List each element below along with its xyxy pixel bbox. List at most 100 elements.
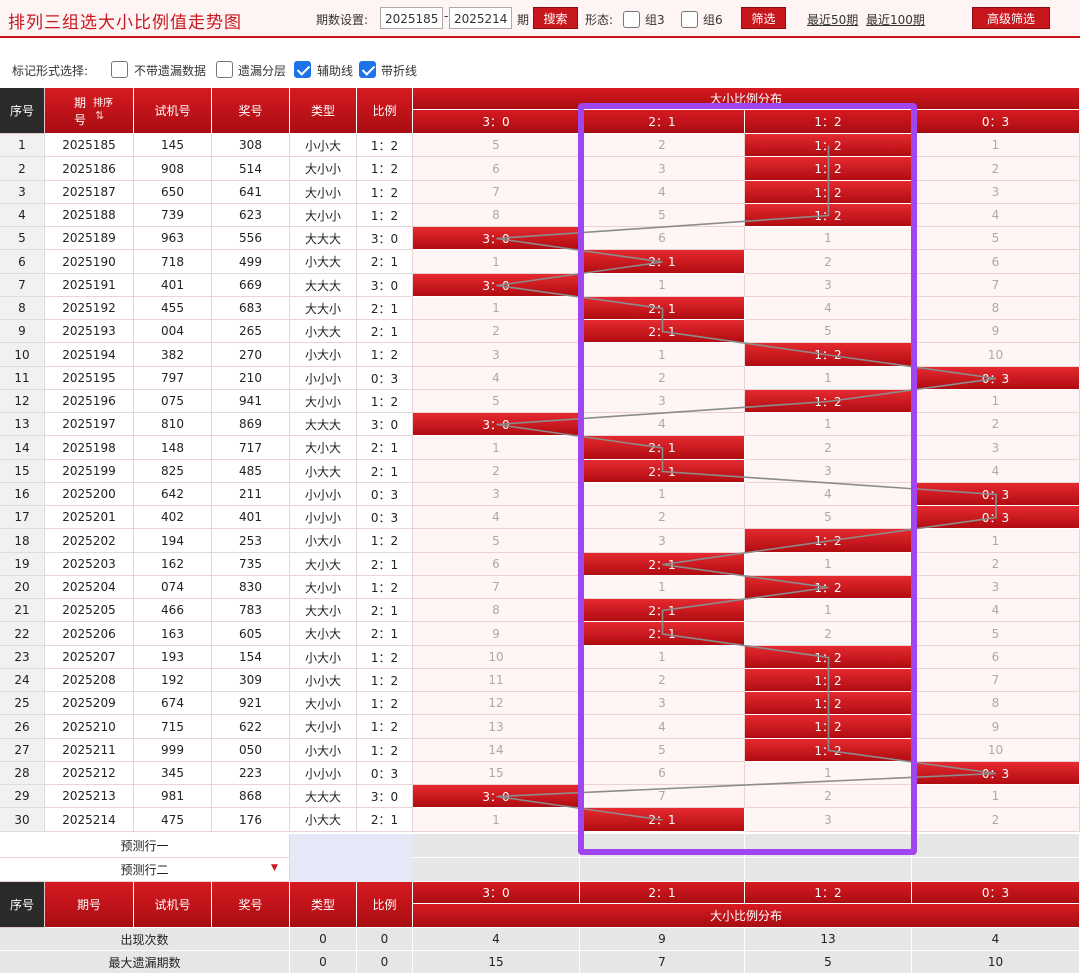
dist-hit-cell: 0：3 xyxy=(912,762,1080,785)
predict-cell-two[interactable] xyxy=(912,858,1080,882)
dist-miss-cell: 10 xyxy=(912,739,1080,762)
row-ratio: 1：2 xyxy=(357,739,413,762)
footer-header-issue: 期号 xyxy=(45,882,134,928)
row-prize: 485 xyxy=(212,460,290,483)
dist-miss-cell: 5 xyxy=(745,320,912,343)
dist-miss-cell: 1 xyxy=(413,808,580,832)
dist-miss-cell: 1 xyxy=(580,646,745,669)
row-issue: 2025213 xyxy=(45,785,134,808)
dist-miss-cell: 2 xyxy=(912,553,1080,576)
row-seq: 1 xyxy=(0,134,45,157)
row-trial: 192 xyxy=(134,669,212,692)
row-seq: 3 xyxy=(0,181,45,204)
row-trial: 194 xyxy=(134,529,212,553)
predict-cell-one[interactable] xyxy=(580,834,745,858)
predict-input-one[interactable] xyxy=(290,834,413,858)
row-type: 大大小 xyxy=(290,599,357,622)
row-seq: 28 xyxy=(0,762,45,785)
row-prize: 735 xyxy=(212,553,290,576)
predict-row-one[interactable]: 预测行一 xyxy=(0,834,290,858)
footer-dist-title: 大小比例分布 xyxy=(413,904,1080,928)
row-prize: 309 xyxy=(212,669,290,692)
predict-cell-one[interactable] xyxy=(413,834,580,858)
sort-button[interactable]: 排序 xyxy=(93,98,113,109)
row-prize: 605 xyxy=(212,622,290,646)
row-issue: 2025189 xyxy=(45,227,134,250)
predict-row-two[interactable]: 预测行二 xyxy=(0,858,290,882)
dist-hit-cell: 3：0 xyxy=(413,785,580,808)
dist-miss-cell: 8 xyxy=(413,204,580,227)
row-trial: 999 xyxy=(134,739,212,762)
dist-miss-cell: 4 xyxy=(912,460,1080,483)
row-seq: 21 xyxy=(0,599,45,622)
predict-cell-two[interactable] xyxy=(580,858,745,882)
row-trial: 402 xyxy=(134,506,212,529)
dist-miss-cell: 5 xyxy=(580,204,745,227)
footer-header-ratio: 比例 xyxy=(357,882,413,928)
row-trial: 908 xyxy=(134,157,212,181)
row-seq: 9 xyxy=(0,320,45,343)
row-ratio: 1：2 xyxy=(357,529,413,553)
predict-cell-one[interactable] xyxy=(745,834,912,858)
dist-miss-cell: 2 xyxy=(912,413,1080,436)
header-issue[interactable]: 期号 xyxy=(45,88,134,134)
row-prize: 783 xyxy=(212,599,290,622)
dist-miss-cell: 2 xyxy=(745,436,912,460)
footer-header-prize: 奖号 xyxy=(212,882,290,928)
dist-hit-cell: 2：1 xyxy=(580,460,745,483)
row-prize: 499 xyxy=(212,250,290,274)
predict-cell-two[interactable] xyxy=(745,858,912,882)
row-type: 大小小 xyxy=(290,204,357,227)
row-issue: 2025201 xyxy=(45,506,134,529)
row-type: 大大大 xyxy=(290,785,357,808)
stat-dist-value: 13 xyxy=(745,928,912,951)
dist-miss-cell: 6 xyxy=(580,762,745,785)
row-ratio: 2：1 xyxy=(357,320,413,343)
header-dist-col-4: 0：3 xyxy=(912,110,1080,134)
row-seq: 11 xyxy=(0,367,45,390)
row-issue: 2025187 xyxy=(45,181,134,204)
row-type: 小大小 xyxy=(290,739,357,762)
dist-miss-cell: 2 xyxy=(912,808,1080,832)
row-seq: 23 xyxy=(0,646,45,669)
row-seq: 18 xyxy=(0,529,45,553)
dist-miss-cell: 2 xyxy=(745,250,912,274)
row-ratio: 1：2 xyxy=(357,715,413,739)
row-type: 小小小 xyxy=(290,367,357,390)
row-ratio: 1：2 xyxy=(357,204,413,227)
dist-hit-cell: 3：0 xyxy=(413,413,580,436)
row-ratio: 1：2 xyxy=(357,646,413,669)
dist-miss-cell: 3 xyxy=(580,390,745,413)
dist-miss-cell: 1 xyxy=(745,762,912,785)
stat-dist-value: 4 xyxy=(413,928,580,951)
trend-table: 序号期号排序 ⇅ 试机号 奖号 类型 比例 大小比例分布 3：0 2：1 1：2 0：3 1 20251… xyxy=(0,0,1080,974)
expand-arrow-icon[interactable]: ▼ xyxy=(271,863,278,873)
dist-miss-cell: 2 xyxy=(580,367,745,390)
predict-input-two[interactable] xyxy=(290,858,413,882)
row-prize: 176 xyxy=(212,808,290,832)
row-ratio: 0：3 xyxy=(357,762,413,785)
row-ratio: 1：2 xyxy=(357,134,413,157)
row-trial: 810 xyxy=(134,413,212,436)
row-trial: 455 xyxy=(134,297,212,320)
row-prize: 154 xyxy=(212,646,290,669)
row-trial: 004 xyxy=(134,320,212,343)
dist-hit-cell: 1：2 xyxy=(745,529,912,553)
stat-dist-value: 4 xyxy=(912,928,1080,951)
row-type: 小大大 xyxy=(290,250,357,274)
header-issue-top: 期 xyxy=(73,95,86,110)
dist-miss-cell: 5 xyxy=(413,529,580,553)
header-prize: 奖号 xyxy=(212,88,290,134)
row-type: 大小小 xyxy=(290,181,357,204)
dist-miss-cell: 3 xyxy=(580,529,745,553)
row-seq: 17 xyxy=(0,506,45,529)
row-type: 小大大 xyxy=(290,460,357,483)
predict-cell-one[interactable] xyxy=(912,834,1080,858)
row-issue: 2025204 xyxy=(45,576,134,599)
row-prize: 211 xyxy=(212,483,290,506)
dist-miss-cell: 7 xyxy=(413,576,580,599)
dist-miss-cell: 7 xyxy=(580,785,745,808)
row-ratio: 2：1 xyxy=(357,460,413,483)
dist-miss-cell: 9 xyxy=(912,320,1080,343)
predict-cell-two[interactable] xyxy=(413,858,580,882)
